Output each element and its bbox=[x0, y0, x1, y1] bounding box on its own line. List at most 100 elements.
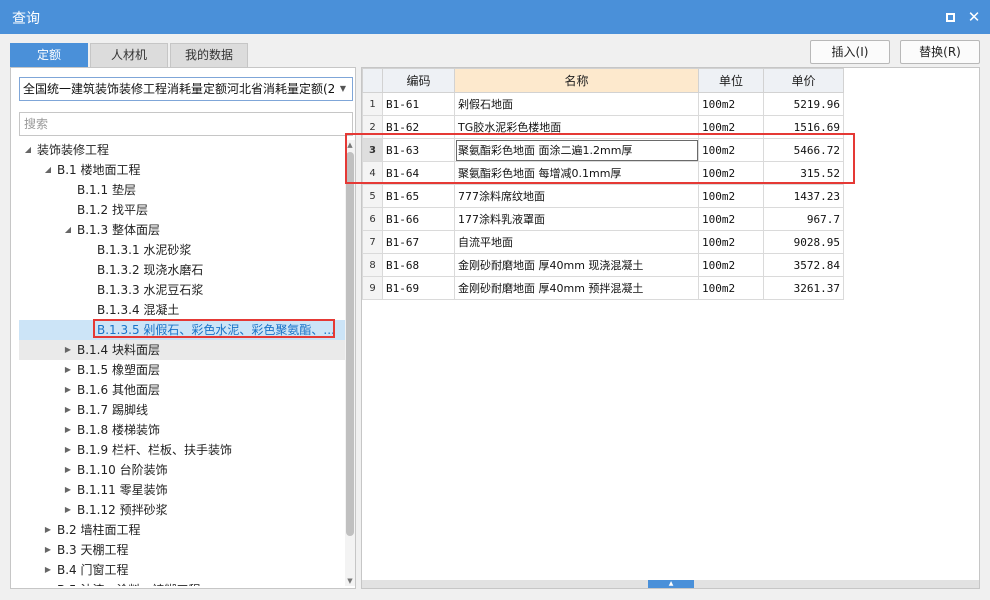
tree-node[interactable]: ▶ B.1.6 其他面层 bbox=[19, 380, 345, 400]
tree-node[interactable]: ▶ B.4 门窗工程 bbox=[19, 560, 345, 580]
tree-node[interactable]: ▶ B.1.7 踢脚线 bbox=[19, 400, 345, 420]
name-cell[interactable]: 自流平地面 bbox=[454, 230, 699, 254]
column-header-price[interactable]: 单价 bbox=[763, 68, 844, 93]
tree-node[interactable]: ◢ 装饰装修工程 bbox=[19, 140, 345, 160]
collapsed-arrow-icon[interactable]: ▶ bbox=[43, 520, 53, 540]
tree-node[interactable]: ▶ B.1.12 预拌砂浆 bbox=[19, 500, 345, 520]
tree-node[interactable]: ▶ B.1.4 块料面层 bbox=[19, 340, 345, 360]
tree-node[interactable]: B.1.3.5 剁假石、彩色水泥、彩色聚氨酯、... bbox=[19, 320, 345, 340]
table-row[interactable]: 4 B1-64 聚氨酯彩色地面 每增减0.1mm厚 100m2 315.52 bbox=[362, 161, 844, 185]
code-cell[interactable]: B1-67 bbox=[382, 230, 455, 254]
column-header-unit[interactable]: 单位 bbox=[698, 68, 764, 93]
tree-node[interactable]: B.1.3.4 混凝土 bbox=[19, 300, 345, 320]
column-header-index[interactable] bbox=[362, 68, 383, 93]
collapsed-arrow-icon[interactable]: ▶ bbox=[63, 340, 73, 360]
table-row[interactable]: 6 B1-66 177涂料乳液罩面 100m2 967.7 bbox=[362, 207, 844, 231]
name-cell[interactable]: 金刚砂耐磨地面 厚40mm 预拌混凝土 bbox=[454, 276, 699, 300]
name-cell[interactable]: 177涂料乳液罩面 bbox=[454, 207, 699, 231]
code-cell[interactable]: B1-63 bbox=[382, 138, 455, 162]
name-cell[interactable]: TG胶水泥彩色楼地面 bbox=[454, 115, 699, 139]
close-icon[interactable]: ✕ bbox=[966, 8, 982, 26]
unit-cell[interactable]: 100m2 bbox=[698, 276, 764, 300]
collapsed-arrow-icon[interactable]: ▶ bbox=[63, 420, 73, 440]
unit-cell[interactable]: 100m2 bbox=[698, 230, 764, 254]
row-number[interactable]: 1 bbox=[362, 92, 383, 116]
row-number[interactable]: 5 bbox=[362, 184, 383, 208]
table-row[interactable]: 2 B1-62 TG胶水泥彩色楼地面 100m2 1516.69 bbox=[362, 115, 844, 139]
unit-cell[interactable]: 100m2 bbox=[698, 184, 764, 208]
unit-cell[interactable]: 100m2 bbox=[698, 161, 764, 185]
collapsed-arrow-icon[interactable]: ▶ bbox=[63, 500, 73, 520]
tree-node[interactable]: ▶ B.1.11 零星装饰 bbox=[19, 480, 345, 500]
price-cell[interactable]: 5466.72 bbox=[763, 138, 844, 162]
table-row[interactable]: 8 B1-68 金刚砂耐磨地面 厚40mm 现浇混凝土 100m2 3572.84 bbox=[362, 253, 844, 277]
table-row[interactable]: 9 B1-69 金刚砂耐磨地面 厚40mm 预拌混凝土 100m2 3261.37 bbox=[362, 276, 844, 300]
table-row[interactable]: 3 B1-63 聚氨酯彩色地面 面涂二遍1.2mm厚 100m2 5466.72 bbox=[362, 138, 844, 162]
price-cell[interactable]: 1516.69 bbox=[763, 115, 844, 139]
row-number[interactable]: 6 bbox=[362, 207, 383, 231]
unit-cell[interactable]: 100m2 bbox=[698, 253, 764, 277]
scroll-up-icon[interactable]: ▲ bbox=[345, 140, 355, 150]
price-cell[interactable]: 967.7 bbox=[763, 207, 844, 231]
tree-scrollbar[interactable]: ▲ ▼ bbox=[345, 140, 355, 586]
table-row[interactable]: 1 B1-61 剁假石地面 100m2 5219.96 bbox=[362, 92, 844, 116]
maximize-icon[interactable] bbox=[942, 9, 958, 25]
chevron-down-icon[interactable]: ▼ bbox=[334, 78, 352, 100]
row-number[interactable]: 4 bbox=[362, 161, 383, 185]
scroll-thumb[interactable] bbox=[346, 152, 354, 536]
expanded-arrow-icon[interactable]: ◢ bbox=[43, 160, 53, 180]
code-cell[interactable]: B1-62 bbox=[382, 115, 455, 139]
collapsed-arrow-icon[interactable]: ▶ bbox=[63, 380, 73, 400]
name-cell[interactable]: 777涂料席纹地面 bbox=[454, 184, 699, 208]
code-cell[interactable]: B1-66 bbox=[382, 207, 455, 231]
column-header-name[interactable]: 名称 bbox=[454, 68, 699, 93]
collapsed-arrow-icon[interactable]: ▶ bbox=[63, 480, 73, 500]
tree-node[interactable]: ◢ B.1.3 整体面层 bbox=[19, 220, 345, 240]
row-number[interactable]: 7 bbox=[362, 230, 383, 254]
search-input[interactable] bbox=[19, 112, 353, 136]
grid-horizontal-scrollbar[interactable]: ▲ bbox=[362, 580, 979, 588]
name-cell[interactable]: 金刚砂耐磨地面 厚40mm 现浇混凝土 bbox=[454, 253, 699, 277]
row-number[interactable]: 8 bbox=[362, 253, 383, 277]
unit-cell[interactable]: 100m2 bbox=[698, 92, 764, 116]
scroll-down-icon[interactable]: ▼ bbox=[345, 576, 355, 586]
row-number[interactable]: 9 bbox=[362, 276, 383, 300]
tree-node[interactable]: B.1.1 垫层 bbox=[19, 180, 345, 200]
price-cell[interactable]: 3261.37 bbox=[763, 276, 844, 300]
tree-node[interactable]: B.1.3.2 现浇水磨石 bbox=[19, 260, 345, 280]
tree-node[interactable]: ◢ B.1 楼地面工程 bbox=[19, 160, 345, 180]
name-cell[interactable]: 聚氨酯彩色地面 面涂二遍1.2mm厚 bbox=[454, 138, 699, 162]
price-cell[interactable]: 5219.96 bbox=[763, 92, 844, 116]
name-cell[interactable]: 剁假石地面 bbox=[454, 92, 699, 116]
expanded-arrow-icon[interactable]: ◢ bbox=[63, 220, 73, 240]
price-cell[interactable]: 315.52 bbox=[763, 161, 844, 185]
tree-node[interactable]: ▶ B.1.10 台阶装饰 bbox=[19, 460, 345, 480]
tab-labor-material-machine[interactable]: 人材机 bbox=[90, 43, 168, 67]
tab-my-data[interactable]: 我的数据 bbox=[170, 43, 248, 67]
code-cell[interactable]: B1-69 bbox=[382, 276, 455, 300]
code-cell[interactable]: B1-61 bbox=[382, 92, 455, 116]
quota-book-select[interactable]: 全国统一建筑装饰装修工程消耗量定额河北省消耗量定额(20 ▼ bbox=[19, 77, 353, 101]
collapsed-arrow-icon[interactable]: ▶ bbox=[63, 400, 73, 420]
price-cell[interactable]: 1437.23 bbox=[763, 184, 844, 208]
unit-cell[interactable]: 100m2 bbox=[698, 207, 764, 231]
tree-node[interactable]: B.1.3.1 水泥砂浆 bbox=[19, 240, 345, 260]
tree-node[interactable]: ▶ B.5 油漆、涂料、裱糊工程 bbox=[19, 580, 345, 586]
price-cell[interactable]: 3572.84 bbox=[763, 253, 844, 277]
table-row[interactable]: 5 B1-65 777涂料席纹地面 100m2 1437.23 bbox=[362, 184, 844, 208]
tree-node[interactable]: ▶ B.3 天棚工程 bbox=[19, 540, 345, 560]
code-cell[interactable]: B1-64 bbox=[382, 161, 455, 185]
collapsed-arrow-icon[interactable]: ▶ bbox=[63, 440, 73, 460]
chevron-up-icon[interactable]: ▲ bbox=[648, 580, 694, 588]
row-number[interactable]: 2 bbox=[362, 115, 383, 139]
column-header-code[interactable]: 编码 bbox=[382, 68, 455, 93]
insert-button[interactable]: 插入(I) bbox=[810, 40, 890, 64]
tree-node[interactable]: ▶ B.1.9 栏杆、栏板、扶手装饰 bbox=[19, 440, 345, 460]
replace-button[interactable]: 替换(R) bbox=[900, 40, 980, 64]
collapsed-arrow-icon[interactable]: ▶ bbox=[43, 580, 53, 586]
tree-node[interactable]: ▶ B.2 墙柱面工程 bbox=[19, 520, 345, 540]
table-row[interactable]: 7 B1-67 自流平地面 100m2 9028.95 bbox=[362, 230, 844, 254]
expanded-arrow-icon[interactable]: ◢ bbox=[23, 140, 33, 160]
tree-node[interactable]: B.1.2 找平层 bbox=[19, 200, 345, 220]
collapsed-arrow-icon[interactable]: ▶ bbox=[63, 460, 73, 480]
